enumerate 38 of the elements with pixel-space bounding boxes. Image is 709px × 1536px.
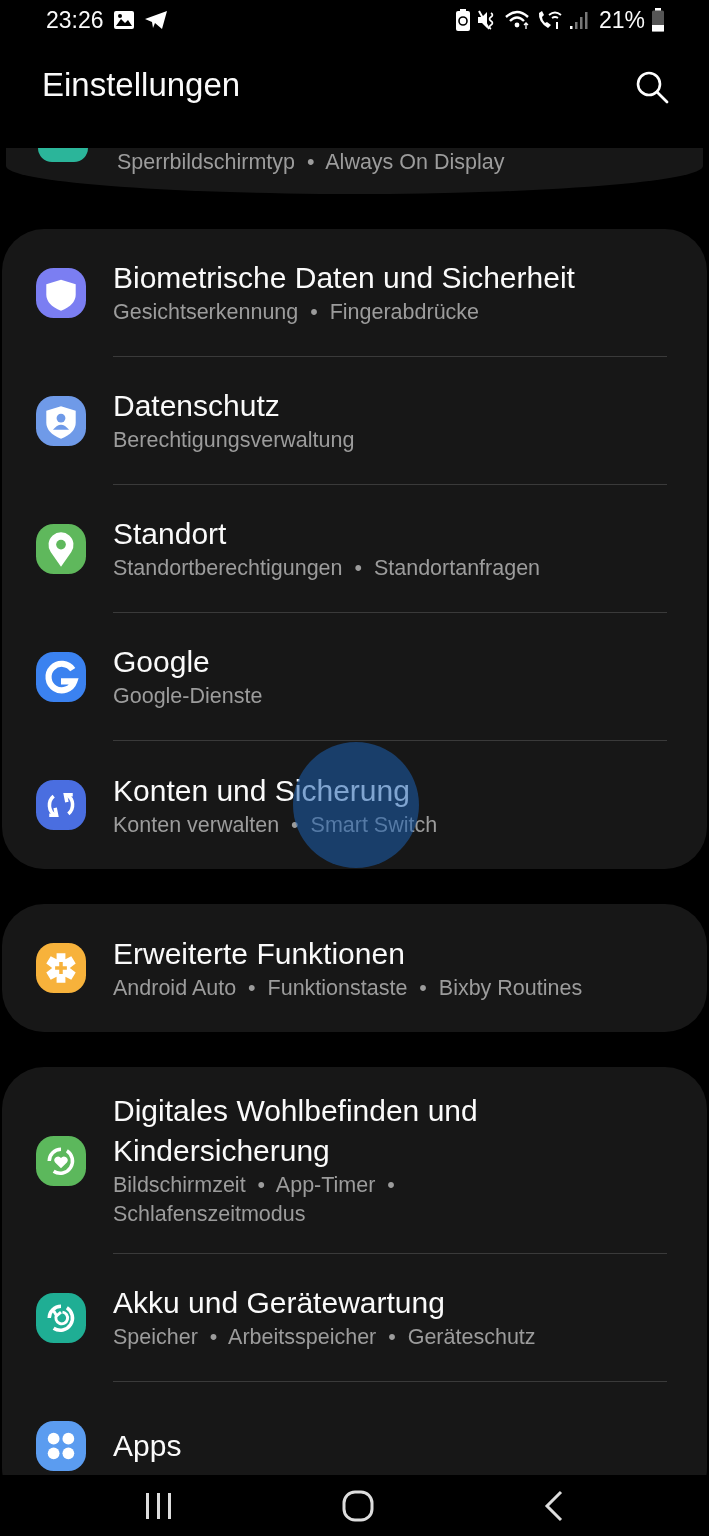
setting-subtitle: Berechtigungsverwaltung xyxy=(113,427,356,454)
settings-item[interactable]: Digitales Wohlbefinden und Kindersicherung Bildschirmzeit • App-Timer • Schlafenszeitmodus xyxy=(2,1067,707,1254)
signal-icon xyxy=(568,10,591,30)
page-title: Einstellungen xyxy=(42,66,241,104)
setting-title: Konten und Sicherung xyxy=(113,772,411,809)
settings-item[interactable]: Google Google-Dienste xyxy=(2,613,707,741)
setting-subtitle: Sperrbildschirmtyp • Always On Display xyxy=(117,149,505,176)
setting-subtitle: Gesichtserkennung • Fingerabdrücke xyxy=(113,299,481,326)
setting-title: Akku und Gerätewartung xyxy=(113,1285,446,1321)
setting-title: Biometrische Daten und Sicherheit xyxy=(113,260,576,296)
setting-subtitle: Standortberechtigungen • Standortanfragen xyxy=(113,555,542,582)
setting-title: Datenschutz xyxy=(113,388,281,424)
back-icon[interactable] xyxy=(542,1489,565,1522)
setting-subtitle: Speicher • Arbeitsspeicher • Geräteschutz xyxy=(113,1324,537,1351)
wifi-call-icon xyxy=(536,10,563,30)
setting-subtitle: Android Auto • Funktionstaste • Bixby Routines xyxy=(113,974,584,1002)
battery-saver-icon xyxy=(454,9,471,31)
paper-plane-icon xyxy=(143,10,168,30)
settings-item[interactable]: Erweiterte Funktionen Android Auto • Funktionstaste • Bixby Routines xyxy=(2,904,707,1032)
setting-title: Standort xyxy=(113,516,228,552)
settings-item[interactable]: Apps xyxy=(2,1382,707,1475)
search-icon[interactable] xyxy=(635,70,669,104)
battery-icon xyxy=(651,8,665,32)
setting-title: Apps xyxy=(113,1428,183,1464)
setting-subtitle: Google-Dienste xyxy=(113,683,264,710)
status-time: 23:26 xyxy=(46,6,104,34)
settings-item[interactable]: Datenschutz Berechtigungsverwaltung xyxy=(2,357,707,485)
image-icon xyxy=(112,10,135,30)
home-icon[interactable] xyxy=(342,1489,375,1522)
settings-item[interactable]: Biometrische Daten und Sicherheit Gesichtserkennung • Fingerabdrücke xyxy=(2,229,707,357)
settings-item[interactable]: Standort Standortberechtigungen • Standortanfragen xyxy=(2,485,707,613)
setting-title: Digitales Wohlbefinden und Kindersicherung xyxy=(113,1093,479,1169)
battery-percent: 21% xyxy=(598,6,645,34)
settings-item[interactable]: Akku und Gerätewartung Speicher • Arbeitsspeicher • Geräteschutz xyxy=(2,1254,707,1382)
setting-title: Erweiterte Funktionen xyxy=(113,935,406,972)
wifi-icon xyxy=(504,10,531,30)
setting-subtitle: Bildschirmzeit • App-Timer • Schlafenszeitmodus xyxy=(113,1172,396,1228)
setting-title: Google xyxy=(113,644,211,680)
